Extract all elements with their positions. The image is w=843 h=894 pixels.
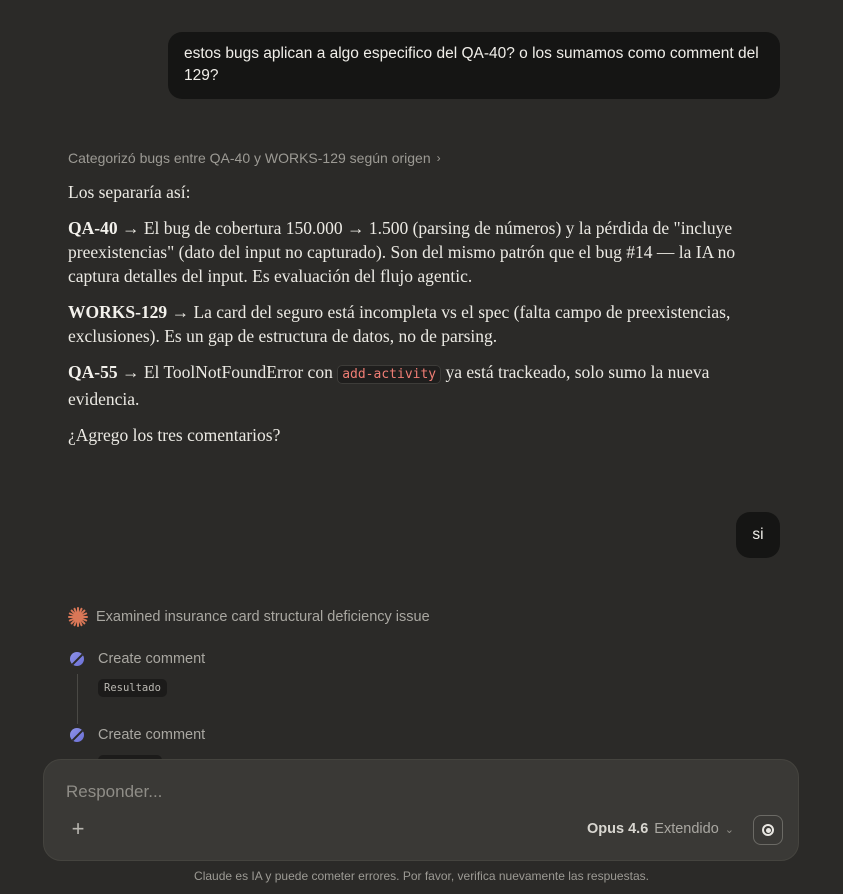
assistant-item-works129: WORKS-129 → La card del seguro está inco… [68,300,758,348]
voice-mode-icon [762,824,774,836]
activity-summary-label: Examined insurance card structural defic… [96,609,430,625]
assistant-intro: Los separaría así: [68,182,191,202]
user-message: estos bugs aplican a algo especifico del… [168,32,780,99]
activity-summary-toggle[interactable]: Examined insurance card structural defic… [68,607,430,627]
item-text: La card del seguro está incompleta vs el… [68,302,731,346]
thinking-summary-label: Categorizó bugs entre QA-40 y WORKS-129 … [68,150,431,166]
assistant-message: Los separaría así: QA-40 → El bug de cob… [68,180,758,459]
assistant-item-qa40: QA-40 → El bug de cobertura 150.000 → 1.… [68,216,758,288]
item-text: El ToolNotFoundError con [143,362,333,382]
model-name: Opus 4.6 [587,821,649,837]
tool-dot-icon [70,728,84,742]
tool-call-create-comment[interactable]: Create comment [70,651,205,667]
voice-mode-button[interactable] [753,815,783,845]
model-selector[interactable]: Opus 4.6 Extendido ⌄ [587,821,734,837]
item-text: El bug de cobertura 150.000 → 1.500 (par… [68,218,736,286]
model-mode: Extendido [654,821,719,837]
thinking-summary-toggle[interactable]: Categorizó bugs entre QA-40 y WORKS-129 … [68,150,441,166]
tool-connector [77,674,78,724]
tool-call-create-comment[interactable]: Create comment [70,727,205,743]
tool-dot-icon [70,652,84,666]
reply-input[interactable]: Responder... [66,782,162,802]
message-composer: Responder... + Opus 4.6 Extendido ⌄ [43,759,799,861]
user-message: si [736,512,780,558]
plus-icon[interactable]: + [66,818,90,842]
arrow-icon: → [171,302,190,322]
inline-code: add-activity [337,365,442,384]
sparkle-icon [68,607,88,627]
item-key: QA-40 [68,218,118,238]
chevron-down-icon: ⌄ [724,823,734,836]
assistant-question: ¿Agrego los tres comentarios? [68,425,281,445]
assistant-item-qa55: QA-55 → El ToolNotFoundError con add-act… [68,360,758,411]
item-key: WORKS-129 [68,302,168,322]
item-key: QA-55 [68,362,118,382]
chevron-right-icon: › [436,151,441,165]
tool-result-chip[interactable]: Resultado [98,679,167,697]
disclaimer: Claude es IA y puede cometer errores. Po… [194,869,649,883]
tool-call-label: Create comment [98,727,206,743]
tool-call-label: Create comment [98,651,206,667]
arrow-icon: → [121,218,140,238]
chat-page: estos bugs aplican a algo especifico del… [0,0,843,894]
arrow-icon: → [121,362,140,382]
